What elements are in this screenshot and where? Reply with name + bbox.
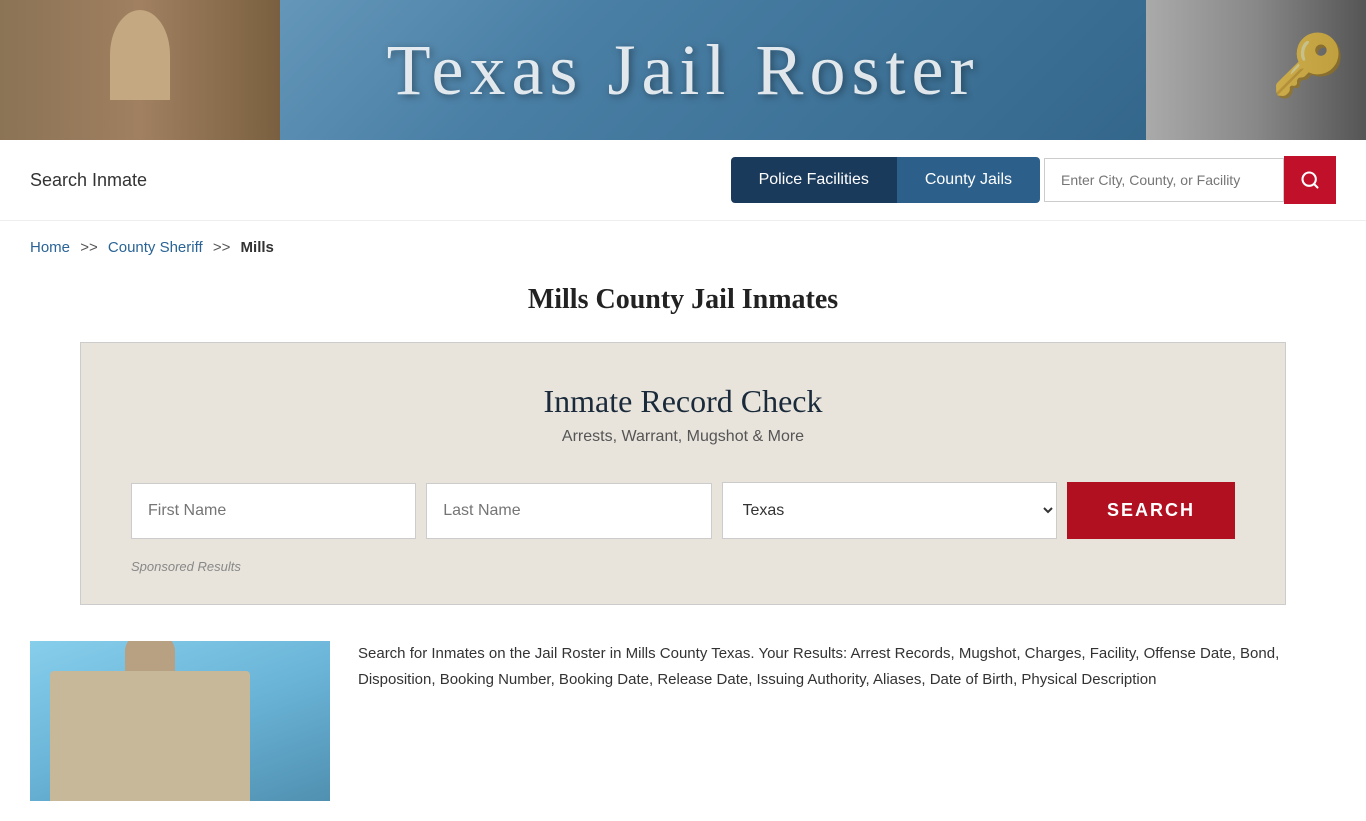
page-title: Mills County Jail Inmates (0, 284, 1366, 316)
bottom-section: Search for Inmates on the Jail Roster in… (0, 621, 1366, 821)
record-check-subtitle: Arrests, Warrant, Mugshot & More (131, 428, 1235, 446)
sponsored-results-label: Sponsored Results (131, 559, 1235, 574)
breadcrumb-home[interactable]: Home (30, 239, 70, 256)
search-icon (1300, 170, 1320, 190)
record-search-button[interactable]: SEARCH (1067, 482, 1235, 539)
state-select[interactable]: AlabamaAlaskaArizonaArkansasCaliforniaCo… (722, 482, 1058, 539)
navbar: Search Inmate Police Facilities County J… (0, 140, 1366, 221)
bottom-building-image (30, 641, 330, 801)
nav-search-button[interactable] (1284, 156, 1336, 204)
nav-buttons: Police Facilities County Jails (731, 157, 1040, 203)
breadcrumb-sep-1: >> (80, 239, 98, 256)
record-check-box: Inmate Record Check Arrests, Warrant, Mu… (80, 342, 1286, 605)
first-name-input[interactable] (131, 483, 416, 539)
page-title-section: Mills County Jail Inmates (0, 266, 1366, 326)
breadcrumb: Home >> County Sheriff >> Mills (0, 221, 1366, 266)
county-jails-button[interactable]: County Jails (897, 157, 1040, 203)
record-check-title: Inmate Record Check (131, 383, 1235, 420)
breadcrumb-sep-2: >> (213, 239, 231, 256)
banner: Texas Jail Roster (0, 0, 1366, 140)
police-facilities-button[interactable]: Police Facilities (731, 157, 897, 203)
breadcrumb-current: Mills (241, 239, 274, 256)
nav-search-label: Search Inmate (30, 170, 147, 191)
banner-keys-image (1146, 0, 1366, 140)
record-check-form: AlabamaAlaskaArizonaArkansasCaliforniaCo… (131, 482, 1235, 539)
nav-search-input[interactable] (1044, 158, 1284, 202)
banner-capitol-image (0, 0, 280, 140)
breadcrumb-county-sheriff[interactable]: County Sheriff (108, 239, 203, 256)
bottom-description: Search for Inmates on the Jail Roster in… (330, 641, 1336, 692)
nav-search-box (1044, 156, 1336, 204)
last-name-input[interactable] (426, 483, 711, 539)
banner-title: Texas Jail Roster (387, 29, 980, 112)
